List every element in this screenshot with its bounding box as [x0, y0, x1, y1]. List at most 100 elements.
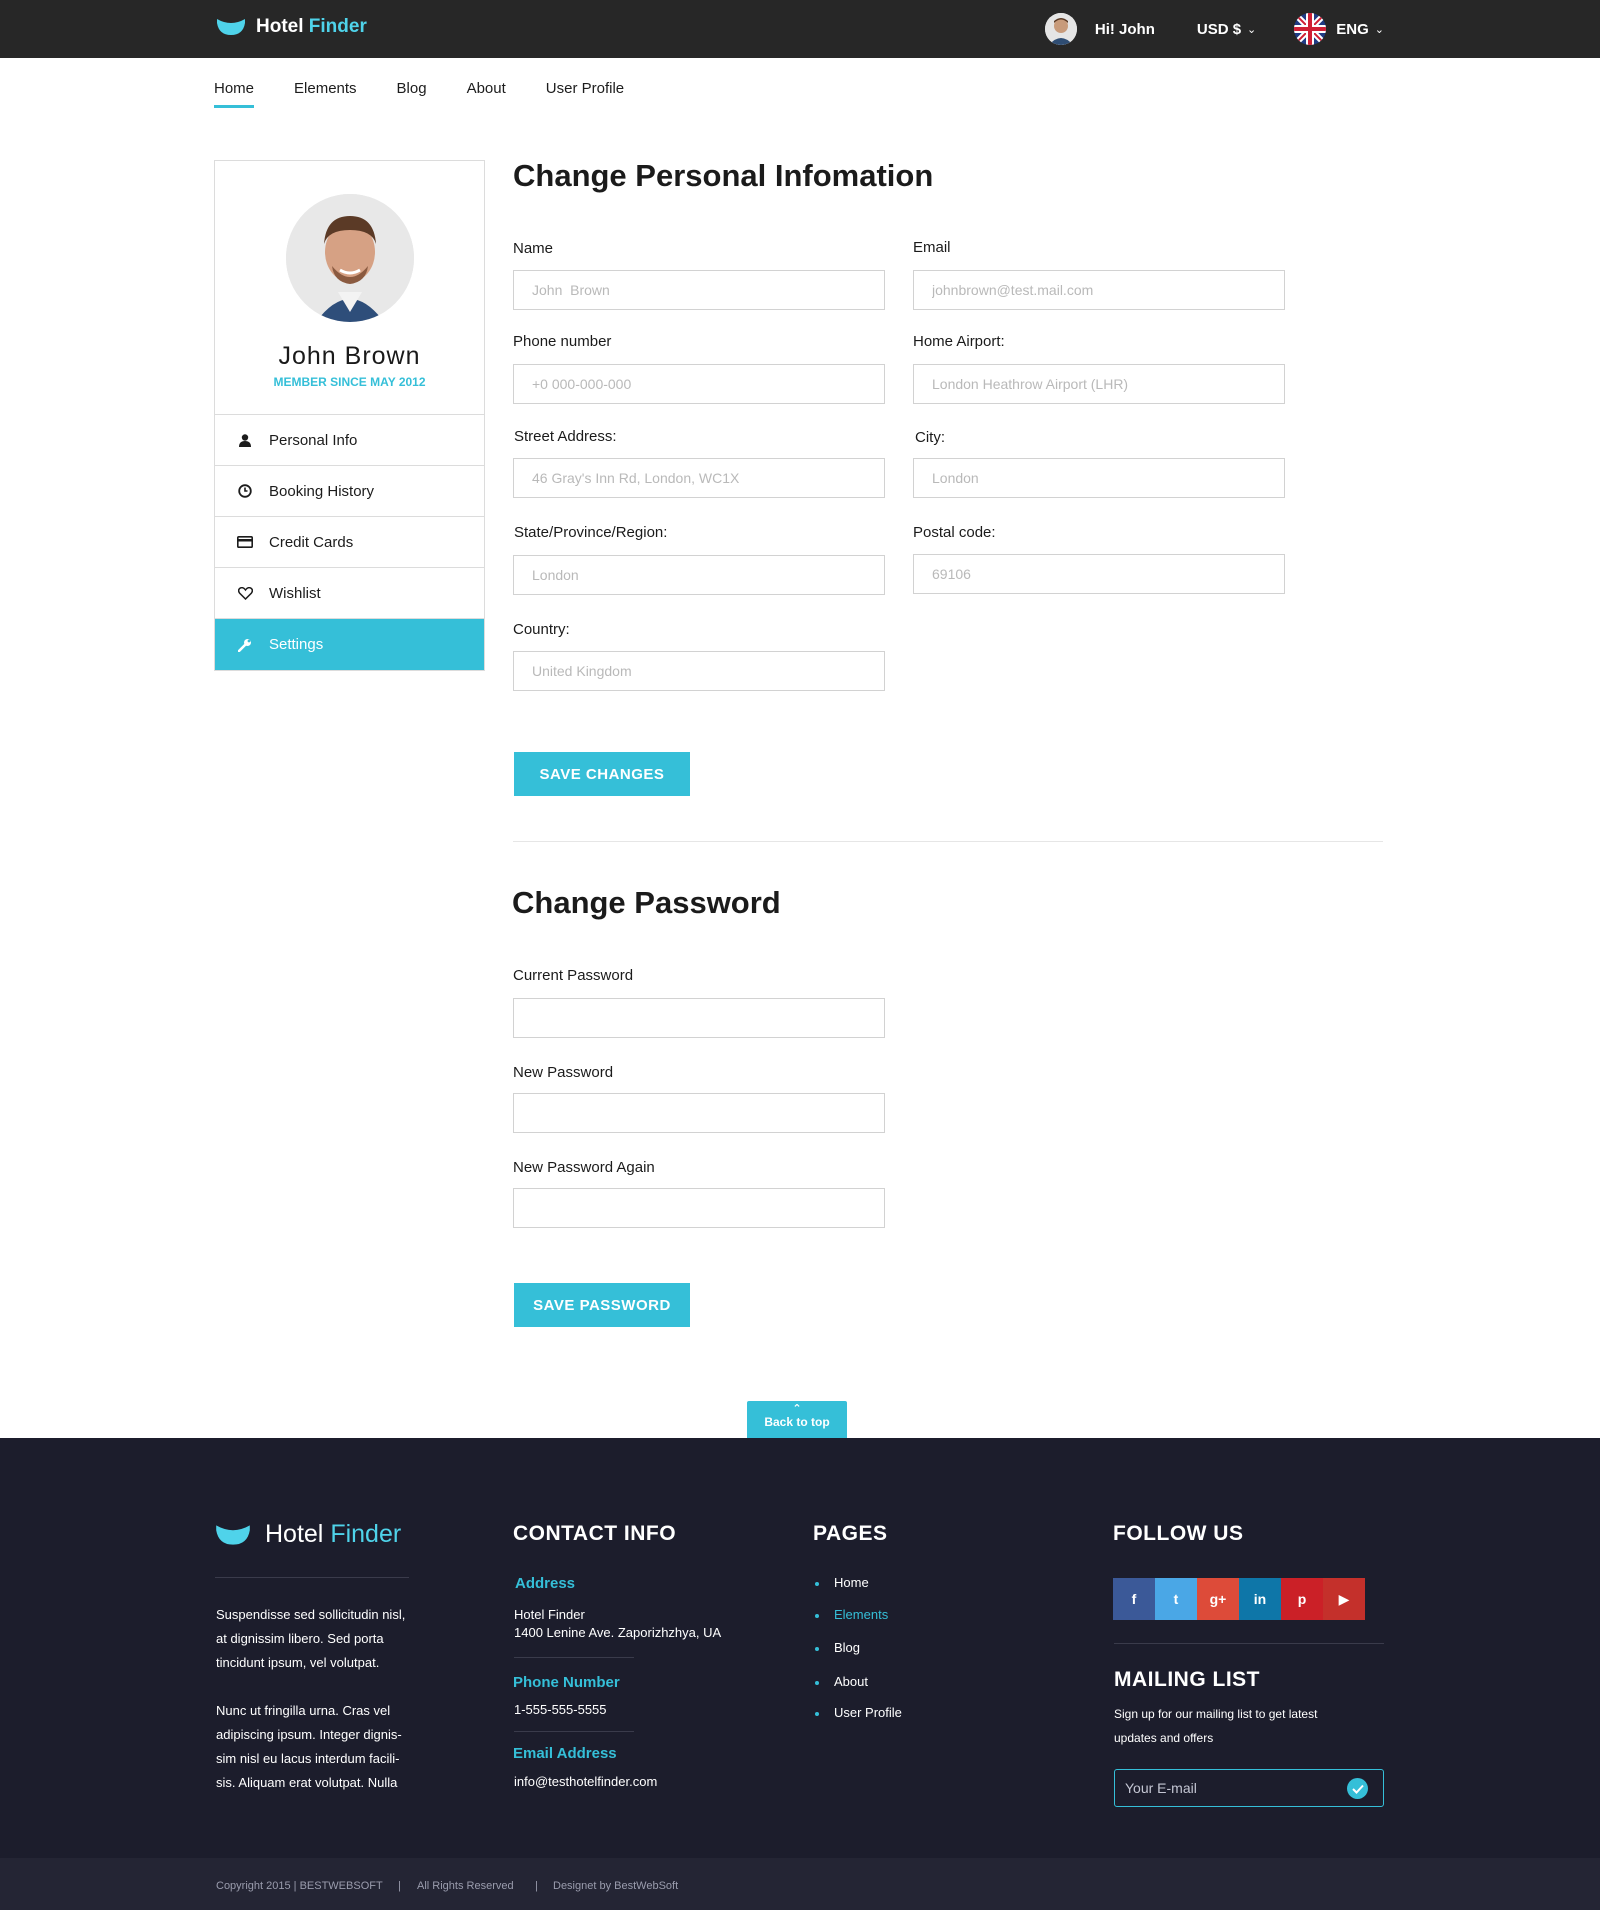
street-address-field[interactable]: [513, 458, 885, 498]
save-password-button[interactable]: SAVE PASSWORD: [514, 1283, 690, 1327]
section-divider: [513, 841, 1383, 842]
postal-code-field[interactable]: [913, 554, 1285, 594]
chevron-up-icon: ⌃: [792, 1403, 802, 1415]
footer-link-home[interactable]: Home: [834, 1575, 869, 1590]
member-since: MEMBER SINCE MAY 2012: [273, 375, 426, 389]
text-line: Sign up for our mailing list to get late…: [1114, 1707, 1318, 1721]
logo-word-finder: Finder: [308, 16, 367, 37]
footer-link-blog[interactable]: Blog: [834, 1640, 860, 1655]
sidebar-item-settings[interactable]: Settings: [215, 619, 484, 670]
profile-avatar: [285, 194, 414, 322]
current-password-field[interactable]: [513, 998, 885, 1038]
nav-home[interactable]: Home: [214, 80, 255, 108]
sidebar-item-personal-info[interactable]: Personal Info: [215, 415, 484, 466]
street-address-label: Street Address:: [514, 428, 617, 445]
text-line: Nunc ut fringilla urna. Cras vel: [216, 1703, 391, 1718]
newsletter-email-input[interactable]: Your E-mail: [1114, 1769, 1384, 1807]
text-line: at dignissim libero. Sed porta: [216, 1631, 384, 1646]
linkedin-icon[interactable]: in: [1239, 1578, 1281, 1620]
credit-card-icon: [235, 534, 255, 550]
email-field[interactable]: [913, 270, 1285, 310]
user-greeting[interactable]: Hi! John: [1095, 21, 1155, 38]
phone-field[interactable]: [513, 364, 885, 404]
email-label: Email: [913, 239, 951, 256]
top-right-controls: Hi! John USD $ ⌄ ENG ⌄: [1044, 12, 1384, 46]
currency-selector[interactable]: USD $: [1197, 21, 1241, 38]
facebook-icon[interactable]: f: [1113, 1578, 1155, 1620]
chevron-down-icon[interactable]: ⌄: [1247, 23, 1256, 36]
country-field[interactable]: [513, 651, 885, 691]
city-field[interactable]: [913, 458, 1285, 498]
title-light: Change: [512, 885, 635, 920]
profile-name: John Brown: [278, 342, 421, 370]
logo-word-finder: Finder: [330, 1520, 402, 1548]
bullet-icon: [815, 1582, 819, 1586]
footer-logo[interactable]: Hotel Finder: [215, 1520, 401, 1549]
uk-flag-icon[interactable]: [1294, 13, 1327, 45]
top-bar: Hotel Finder Hi! John USD $ ⌄ ENG ⌄: [0, 0, 1600, 58]
nav-elements[interactable]: Elements: [294, 80, 357, 108]
footer-link-about[interactable]: About: [834, 1674, 868, 1689]
logo-word-hotel: Hotel: [265, 1520, 324, 1548]
title-light: Change: [513, 158, 636, 193]
city-label: City:: [915, 429, 945, 446]
nav-blog[interactable]: Blog: [397, 80, 427, 108]
footer-divider: [514, 1657, 634, 1658]
home-airport-field[interactable]: [913, 364, 1285, 404]
title-bold: Password: [634, 885, 781, 920]
new-password-again-field[interactable]: [513, 1188, 885, 1228]
name-field[interactable]: [513, 270, 885, 310]
user-icon: [235, 432, 255, 448]
logo[interactable]: Hotel Finder: [216, 16, 367, 38]
back-to-top-button[interactable]: ⌃ Back to top: [747, 1401, 847, 1438]
follow-us-heading: FOLLOW US: [1113, 1522, 1244, 1545]
footer-link-user-profile[interactable]: User Profile: [834, 1705, 902, 1720]
google-plus-icon[interactable]: g+: [1197, 1578, 1239, 1620]
personal-info-title: Change Personal Infomation: [513, 158, 933, 194]
save-changes-button[interactable]: SAVE CHANGES: [514, 752, 690, 796]
sidebar-item-label: Settings: [269, 636, 324, 653]
language-selector[interactable]: ENG: [1336, 21, 1369, 38]
text-line: updates and offers: [1114, 1731, 1214, 1745]
nav-user-profile[interactable]: User Profile: [546, 80, 624, 108]
title-bold: Personal Infomation: [635, 158, 934, 193]
logo-word-hotel: Hotel: [256, 16, 304, 37]
designer-credit[interactable]: Designet by BestWebSoft: [553, 1880, 678, 1892]
profile-card: John Brown MEMBER SINCE MAY 2012: [215, 161, 484, 415]
contact-info-heading: CONTACT INFO: [513, 1522, 677, 1545]
back-to-top-label: Back to top: [764, 1415, 830, 1429]
checkmark-icon[interactable]: [1347, 1778, 1368, 1799]
footer-divider: [514, 1731, 634, 1732]
text-line: adipiscing ipsum. Integer dignis-: [216, 1727, 402, 1742]
twitter-icon[interactable]: t: [1155, 1578, 1197, 1620]
text-line: Suspendisse sed sollicitudin nisl,: [216, 1607, 406, 1622]
new-password-label: New Password: [513, 1064, 614, 1081]
new-password-field[interactable]: [513, 1093, 885, 1133]
sidebar-item-label: Wishlist: [269, 584, 321, 602]
sidebar-item-label: Booking History: [269, 482, 375, 500]
separator: |: [535, 1880, 538, 1892]
phone-number-label: Phone Number: [513, 1674, 620, 1691]
sidebar-item-credit-cards[interactable]: Credit Cards: [215, 517, 484, 568]
nav-about[interactable]: About: [467, 80, 506, 108]
state-field[interactable]: [513, 555, 885, 595]
country-label: Country:: [513, 621, 570, 638]
footer-about-paragraph-2: Nunc ut fringilla urna. Cras vel adipisc…: [216, 1699, 402, 1795]
pinterest-icon[interactable]: p: [1281, 1578, 1323, 1620]
user-avatar[interactable]: [1044, 13, 1077, 45]
footer-link-elements[interactable]: Elements: [834, 1607, 888, 1622]
current-password-label: Current Password: [513, 967, 634, 984]
chevron-down-icon[interactable]: ⌄: [1375, 23, 1384, 36]
youtube-icon[interactable]: ▶: [1323, 1578, 1365, 1620]
sidebar-item-booking-history[interactable]: Booking History: [215, 466, 484, 517]
sidebar-item-wishlist[interactable]: Wishlist: [215, 568, 484, 619]
main-nav: Home Elements Blog About User Profile: [214, 80, 664, 108]
bullet-icon: [815, 1712, 819, 1716]
logo-icon: [215, 1523, 251, 1547]
wrench-icon: [235, 637, 255, 653]
heart-icon: [235, 585, 255, 601]
email-address[interactable]: info@testhotelfinder.com: [514, 1773, 657, 1791]
bullet-icon: [815, 1681, 819, 1685]
clock-icon: [235, 483, 255, 499]
phone-number[interactable]: 1-555-555-5555: [514, 1701, 607, 1719]
